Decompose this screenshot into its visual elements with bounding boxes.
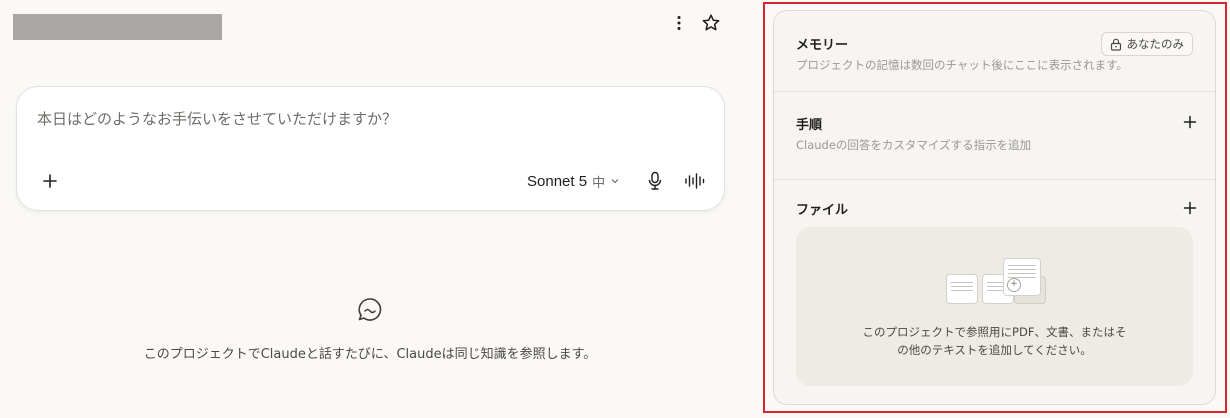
memory-description: プロジェクトの記憶は数回のチャット後にここに表示されます。 <box>796 58 1129 72</box>
lock-icon <box>1110 38 1121 51</box>
chat-composer: Sonnet 5 中 <box>16 86 725 211</box>
more-vertical-icon <box>677 16 681 30</box>
files-title: ファイル <box>796 203 849 218</box>
empty-state-text: このプロジェクトでClaudeと話すたびに、Claudeは同じ知識を参照します。 <box>143 347 597 362</box>
dropzone-text-line2: の他のテキストを追加してください。 <box>897 343 1092 357</box>
star-button[interactable] <box>701 13 721 33</box>
model-effort: 中 <box>592 175 606 191</box>
plus-icon <box>1183 201 1197 215</box>
add-instructions-button[interactable] <box>1181 113 1199 131</box>
instructions-section: 手順 Claudeの回答をカスタマイズする指示を追加 <box>774 92 1215 179</box>
add-attachment-button[interactable] <box>39 170 61 192</box>
add-file-button[interactable] <box>1181 199 1199 217</box>
visibility-badge[interactable]: あなたのみ <box>1100 32 1193 56</box>
star-icon <box>702 14 720 31</box>
microphone-button[interactable] <box>644 169 666 193</box>
visibility-badge-label: あなたのみ <box>1126 37 1185 51</box>
voice-waveform-icon <box>685 173 705 189</box>
model-name: Sonnet 5 <box>527 172 588 190</box>
project-knowledge-panel: メモリー あなたのみ プロジェクトの記憶は数回のチャット後にここに表示されます。… <box>773 10 1216 405</box>
microphone-icon <box>648 171 662 190</box>
voice-mode-button[interactable] <box>683 169 707 193</box>
file-dropzone[interactable]: + このプロジェクトで参照用にPDF、文書、またはそ の他のテキストを追加してく… <box>796 227 1193 386</box>
memory-title: メモリー <box>796 38 849 53</box>
plus-icon <box>1183 115 1197 129</box>
dropzone-text-line1: このプロジェクトで参照用にPDF、文書、またはそ <box>862 325 1127 339</box>
memory-section: メモリー あなたのみ プロジェクトの記憶は数回のチャット後にここに表示されます。 <box>774 11 1215 91</box>
plus-icon <box>43 174 57 188</box>
more-options-button[interactable] <box>669 13 689 33</box>
message-input[interactable] <box>37 107 697 131</box>
instructions-title: 手順 <box>796 118 823 133</box>
chat-bubble-icon <box>356 296 384 324</box>
chevron-down-icon <box>611 179 619 184</box>
model-selector[interactable]: Sonnet 5 中 <box>527 169 620 193</box>
project-title-redacted <box>13 14 222 40</box>
dropzone-text: このプロジェクトで参照用にPDF、文書、またはそ の他のテキストを追加してくださ… <box>796 323 1193 359</box>
instructions-description: Claudeの回答をカスタマイズする指示を追加 <box>796 138 1032 152</box>
